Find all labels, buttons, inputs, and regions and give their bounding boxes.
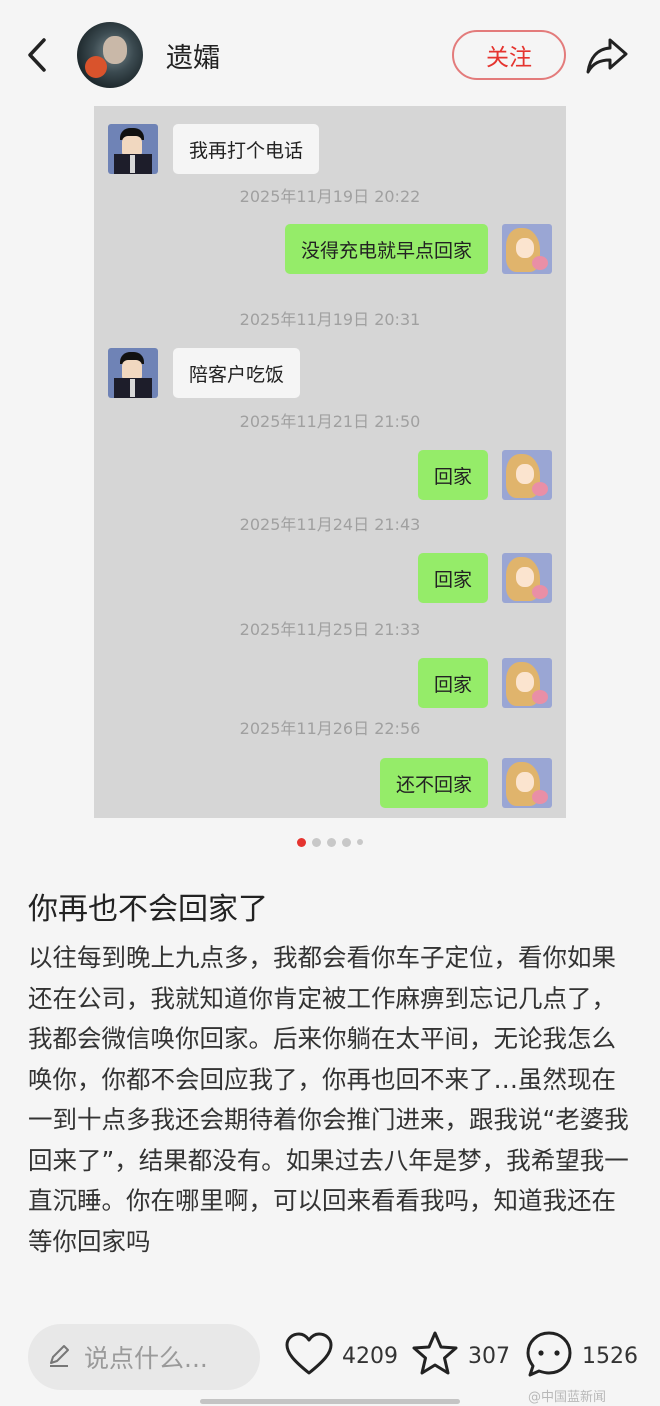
self-avatar (502, 758, 552, 808)
like-count: 4209 (342, 1343, 398, 1369)
sent-message: 没得充电就早点回家 (284, 224, 488, 274)
message-timestamp: 2025年11月25日 21:33 (239, 620, 421, 639)
pencil-icon (46, 1342, 72, 1372)
comment-input[interactable]: 说点什么... (28, 1324, 260, 1390)
image-pager[interactable] (0, 836, 660, 848)
received-message: 陪客户吃饭 (173, 348, 301, 398)
share-icon[interactable] (584, 34, 630, 76)
message-timestamp: 2025年11月19日 20:22 (239, 187, 421, 206)
self-avatar (502, 553, 552, 603)
author-avatar[interactable] (77, 22, 143, 88)
star-icon (410, 1330, 460, 1382)
sent-message: 回家 (417, 450, 488, 500)
self-avatar (502, 658, 552, 708)
message-timestamp: 2025年11月19日 20:31 (239, 310, 421, 329)
pager-dot[interactable] (342, 837, 351, 847)
follow-button[interactable]: 关注 (452, 30, 566, 80)
back-arrow-icon[interactable] (22, 32, 58, 78)
pager-dot[interactable] (327, 837, 336, 847)
message-timestamp: 2025年11月26日 22:56 (239, 719, 421, 738)
post-body: 以往每到晚上九点多，我都会看你车子定位，看你如果还在公司，我就知道你肯定被工作麻… (28, 943, 629, 1256)
contact-avatar (108, 124, 158, 174)
self-avatar (502, 224, 552, 274)
chat-screenshot-image[interactable]: 我再打个电话 2025年11月19日 20:22 没得充电就早点回家 2025年… (94, 106, 566, 818)
post-title: 你再也不会回家了 (28, 892, 268, 927)
comment-count: 1526 (582, 1343, 638, 1369)
pager-dot[interactable] (297, 837, 306, 847)
author-name[interactable]: 遗孀 (166, 36, 220, 75)
contact-avatar (108, 348, 158, 398)
sent-message: 回家 (417, 658, 488, 708)
comment-placeholder: 说点什么... (84, 1344, 208, 1373)
pager-dot[interactable] (357, 839, 363, 845)
source-watermark: @中国蓝新闻 (528, 1390, 607, 1405)
self-avatar (502, 450, 552, 500)
message-timestamp: 2025年11月21日 21:50 (239, 412, 421, 431)
received-message: 我再打个电话 (173, 124, 320, 174)
pager-dot[interactable] (312, 837, 321, 847)
sent-message: 还不回家 (379, 758, 488, 808)
heart-icon (284, 1331, 334, 1381)
top-bar: 遗孀 关注 (0, 0, 660, 106)
sent-message: 回家 (417, 553, 488, 603)
favorite-button[interactable]: 307 (410, 1328, 510, 1384)
message-timestamp: 2025年11月24日 21:43 (239, 515, 421, 534)
like-button[interactable]: 4209 (284, 1328, 398, 1384)
comment-button[interactable]: 1526 (524, 1328, 638, 1384)
home-indicator[interactable] (200, 1399, 460, 1404)
chat-bubble-icon (524, 1329, 574, 1383)
favorite-count: 307 (468, 1343, 510, 1369)
